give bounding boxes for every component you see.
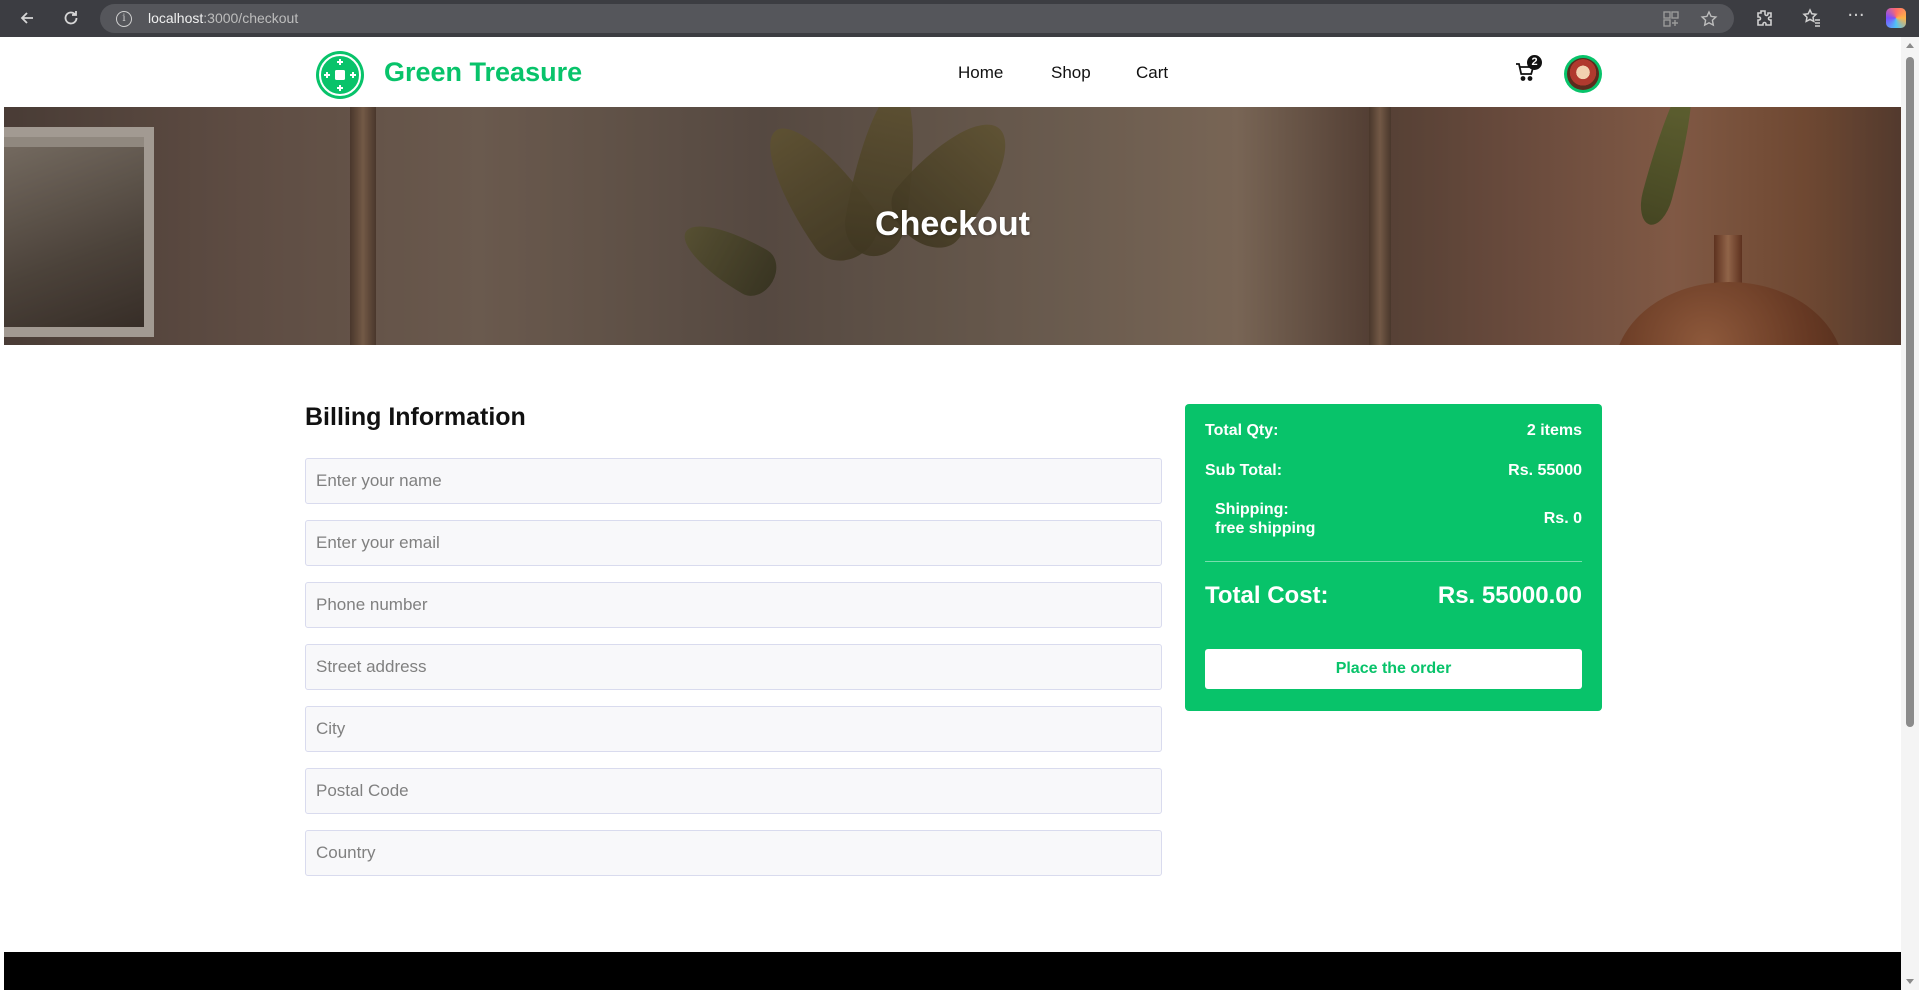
page-title: Checkout — [875, 205, 1030, 243]
order-summary: Total Qty: 2 items Sub Total: Rs. 55000 … — [1185, 404, 1602, 711]
page-scrollbar[interactable] — [1901, 37, 1919, 990]
phone-field[interactable] — [305, 582, 1162, 628]
favorite-icon[interactable] — [1700, 10, 1718, 28]
billing-title: Billing Information — [305, 403, 526, 431]
street-field[interactable] — [305, 644, 1162, 690]
nav-home[interactable]: Home — [958, 63, 1003, 83]
site-header: Green Treasure Home Shop Cart 2 — [4, 37, 1901, 107]
total-cost-value: Rs. 55000.00 — [1437, 582, 1582, 609]
back-icon[interactable] — [14, 6, 40, 30]
extensions-icon[interactable] — [1754, 8, 1774, 28]
shipping-value: Rs. 0 — [1543, 510, 1582, 527]
browser-toolbar: i localhost:3000/checkout ··· — [0, 0, 1919, 37]
total-qty-value: 2 items — [1526, 422, 1582, 439]
copilot-icon[interactable] — [1886, 8, 1906, 28]
email-field[interactable] — [305, 520, 1162, 566]
apps-icon[interactable] — [1662, 10, 1680, 28]
scroll-up-icon[interactable] — [1906, 43, 1914, 48]
country-field[interactable] — [305, 830, 1162, 876]
site-footer — [4, 952, 1901, 990]
total-cost-label: Total Cost: — [1205, 582, 1329, 609]
subtotal-label: Sub Total: — [1205, 462, 1283, 479]
brand-name[interactable]: Green Treasure — [384, 57, 582, 88]
summary-divider — [1205, 561, 1582, 562]
postal-code-field[interactable] — [305, 768, 1162, 814]
name-field[interactable] — [305, 458, 1162, 504]
city-field[interactable] — [305, 706, 1162, 752]
cart-count-badge: 2 — [1527, 55, 1542, 70]
avatar[interactable] — [1564, 55, 1602, 93]
logo-icon[interactable] — [316, 51, 364, 99]
subtotal-value: Rs. 55000 — [1508, 462, 1582, 479]
nav-shop[interactable]: Shop — [1051, 63, 1091, 83]
favorites-bar-icon[interactable] — [1802, 8, 1822, 28]
more-icon[interactable]: ··· — [1846, 7, 1866, 28]
address-bar[interactable]: i localhost:3000/checkout — [100, 4, 1734, 33]
url-text[interactable]: localhost:3000/checkout — [148, 10, 298, 26]
nav-cart[interactable]: Cart — [1136, 63, 1168, 83]
reload-icon[interactable] — [58, 6, 84, 30]
place-order-button[interactable]: Place the order — [1205, 649, 1582, 689]
page-viewport: Green Treasure Home Shop Cart 2 Checkout… — [4, 37, 1901, 990]
shipping-note: free shipping — [1215, 520, 1316, 537]
hero-banner: Checkout — [4, 107, 1901, 345]
total-qty-label: Total Qty: — [1205, 422, 1279, 439]
shipping-label: Shipping: — [1215, 501, 1289, 518]
scroll-thumb[interactable] — [1906, 57, 1914, 727]
info-icon[interactable]: i — [116, 11, 132, 27]
scroll-down-icon[interactable] — [1906, 979, 1914, 984]
